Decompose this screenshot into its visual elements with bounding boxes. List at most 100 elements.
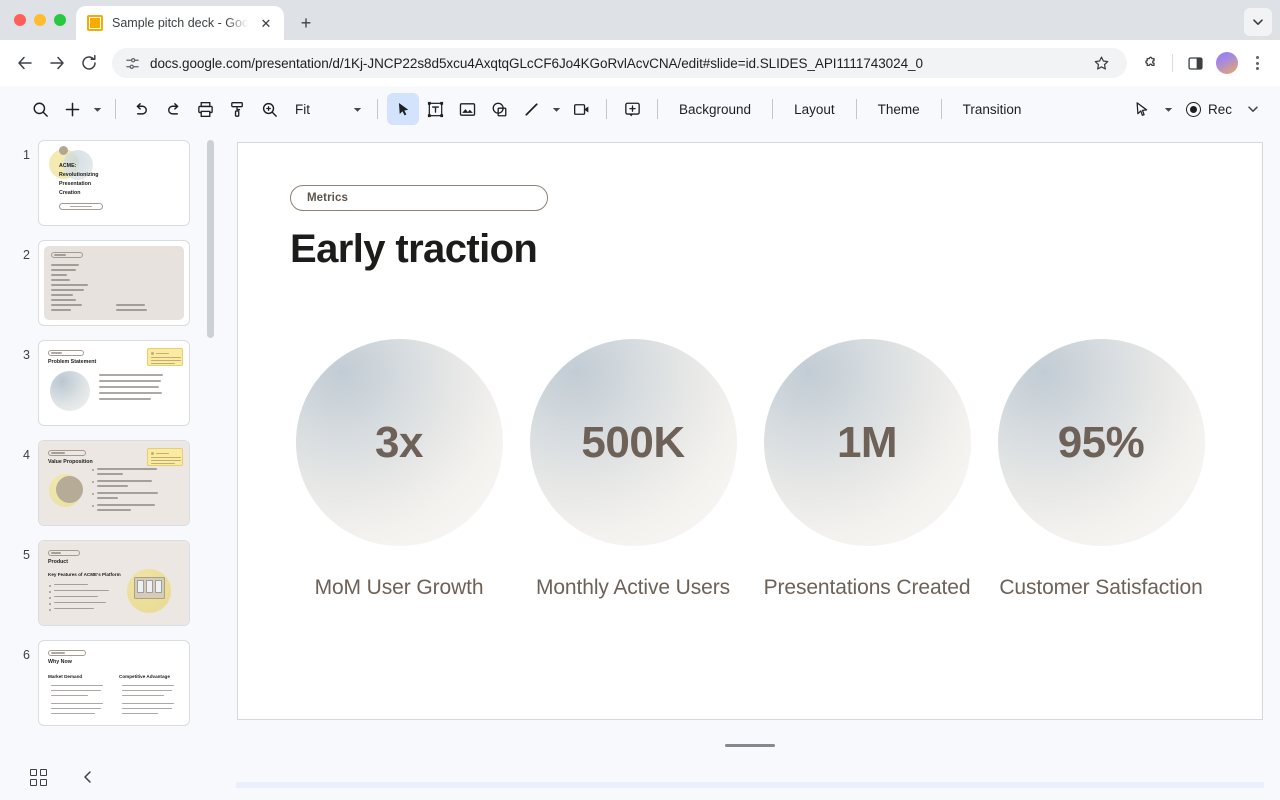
filmstrip-scrollbar[interactable]: [207, 140, 214, 338]
thumb-text-line: [97, 473, 123, 475]
extensions-button[interactable]: [1135, 48, 1165, 78]
redo-button[interactable]: [157, 93, 189, 125]
slide-thumbnail-3[interactable]: Problem Statement: [38, 340, 190, 426]
laser-pointer-dropdown[interactable]: [1160, 93, 1178, 125]
video-icon: [572, 100, 591, 119]
slide-number: 6: [14, 640, 30, 662]
browser-window: Sample pitch deck - Google S ✕ +: [0, 0, 1280, 800]
comment-note[interactable]: [147, 448, 183, 466]
tab-search-button[interactable]: [1244, 8, 1272, 36]
browser-menu-button[interactable]: [1244, 50, 1270, 76]
toolbar-divider: [657, 99, 658, 119]
metric-item[interactable]: 3x MoM User Growth: [290, 339, 508, 603]
toolbar-divider: [941, 99, 942, 119]
close-window-button[interactable]: [14, 14, 26, 26]
forward-arrow-icon: [48, 54, 66, 72]
filmstrip-item[interactable]: 2: [0, 240, 220, 326]
bookmark-star-icon[interactable]: [1087, 49, 1115, 77]
slide-thumbnail-2[interactable]: [38, 240, 190, 326]
thumb-text-line: [54, 254, 66, 255]
insert-image-button[interactable]: [451, 93, 483, 125]
reload-button[interactable]: [74, 48, 104, 78]
filmstrip-item[interactable]: 5 Product Key Features of ACME's Platfor…: [0, 540, 220, 626]
filmstrip-item[interactable]: 3 Problem Statement: [0, 340, 220, 426]
browser-tab[interactable]: Sample pitch deck - Google S ✕: [76, 6, 284, 40]
metric-item[interactable]: 1M Presentations Created: [758, 339, 976, 603]
slide-eyebrow-pill[interactable]: Metrics: [290, 185, 548, 211]
layout-menu[interactable]: Layout: [782, 93, 847, 125]
collapse-filmstrip-button[interactable]: [76, 765, 100, 789]
filmstrip-item[interactable]: 6 Why Now Market Demand Competitive Adva…: [0, 640, 220, 726]
toolbar-overflow-button[interactable]: [1244, 93, 1262, 125]
side-panel-button[interactable]: [1180, 48, 1210, 78]
metric-item[interactable]: 95% Customer Satisfaction: [992, 339, 1210, 603]
background-menu[interactable]: Background: [667, 93, 763, 125]
thumb-subtitle: Key Features of ACME's Platform: [48, 572, 121, 577]
metric-item[interactable]: 500K Monthly Active Users: [524, 339, 742, 603]
slide-thumbnail-1[interactable]: ACME: Revolutionizing Presentation Creat…: [38, 140, 190, 226]
filmstrip-bottom-bar: [0, 754, 220, 800]
slide-title[interactable]: Early traction: [290, 227, 1210, 272]
tab-strip: Sample pitch deck - Google S ✕ +: [0, 0, 1280, 40]
new-tab-button[interactable]: +: [292, 9, 320, 37]
zoom-button[interactable]: [253, 93, 285, 125]
metric-circle: 3x: [296, 339, 503, 546]
thumb-illustration-part: [146, 580, 153, 593]
chevron-down-icon: [1247, 103, 1259, 115]
reload-icon: [80, 54, 98, 72]
slide-thumbnail-6[interactable]: Why Now Market Demand Competitive Advant…: [38, 640, 190, 726]
close-tab-button[interactable]: ✕: [257, 14, 275, 32]
maximize-window-button[interactable]: [54, 14, 66, 26]
window-controls: [12, 0, 76, 40]
slide-filmstrip[interactable]: 1 ACME: Revolutionizing Presentation Cre…: [0, 132, 220, 800]
transition-menu[interactable]: Transition: [951, 93, 1034, 125]
comment-note[interactable]: [147, 348, 183, 366]
decorative-circle: [56, 476, 83, 503]
metric-label: Presentations Created: [764, 574, 971, 603]
laser-pointer-button[interactable]: [1126, 93, 1158, 125]
theme-menu[interactable]: Theme: [866, 93, 932, 125]
line-tool-dropdown[interactable]: [547, 93, 565, 125]
select-tool-button[interactable]: [387, 93, 419, 125]
zoom-dropdown[interactable]: [346, 93, 368, 125]
forward-button[interactable]: [42, 48, 72, 78]
record-button[interactable]: Rec: [1180, 93, 1242, 125]
shape-tool-button[interactable]: [483, 93, 515, 125]
insert-video-button[interactable]: [565, 93, 597, 125]
slide-canvas[interactable]: Metrics Early traction 3x MoM User Growt…: [237, 142, 1263, 720]
undo-button[interactable]: [125, 93, 157, 125]
print-button[interactable]: [189, 93, 221, 125]
browser-toolbar: docs.google.com/presentation/d/1Kj-JNCP2…: [0, 40, 1280, 86]
new-slide-button[interactable]: [56, 93, 88, 125]
minimize-window-button[interactable]: [34, 14, 46, 26]
grid-view-button[interactable]: [26, 765, 50, 789]
profile-avatar[interactable]: [1216, 52, 1238, 74]
text-box-tool-button[interactable]: [419, 93, 451, 125]
thumb-title: Product: [48, 559, 68, 565]
zoom-level-value[interactable]: Fit: [285, 102, 316, 117]
thumb-text-line: [122, 703, 174, 704]
toolbar-divider: [772, 99, 773, 119]
shape-icon: [490, 100, 509, 119]
search-button[interactable]: [24, 93, 56, 125]
paint-format-button[interactable]: [221, 93, 253, 125]
line-tool-button[interactable]: [515, 93, 547, 125]
add-comment-button[interactable]: [616, 93, 648, 125]
toolbar-divider: [377, 99, 378, 119]
new-slide-dropdown[interactable]: [88, 93, 106, 125]
status-strip: [236, 782, 1264, 788]
back-button[interactable]: [10, 48, 40, 78]
slides-favicon-icon: [87, 15, 103, 31]
thumb-text-line: [51, 304, 82, 306]
thumb-title-line: Creation: [59, 190, 81, 196]
image-icon: [458, 100, 477, 119]
address-bar[interactable]: docs.google.com/presentation/d/1Kj-JNCP2…: [112, 48, 1127, 78]
canvas-area: Metrics Early traction 3x MoM User Growt…: [220, 132, 1280, 800]
filmstrip-item[interactable]: 4 Value Proposition: [0, 440, 220, 526]
slide-thumbnail-4[interactable]: Value Proposition: [38, 440, 190, 526]
filmstrip-item[interactable]: 1 ACME: Revolutionizing Presentation Cre…: [0, 140, 220, 226]
slide-thumbnail-5[interactable]: Product Key Features of ACME's Platform: [38, 540, 190, 626]
thumb-text-line: [99, 386, 159, 388]
search-icon: [31, 100, 50, 119]
panel-resize-handle[interactable]: [725, 744, 775, 747]
